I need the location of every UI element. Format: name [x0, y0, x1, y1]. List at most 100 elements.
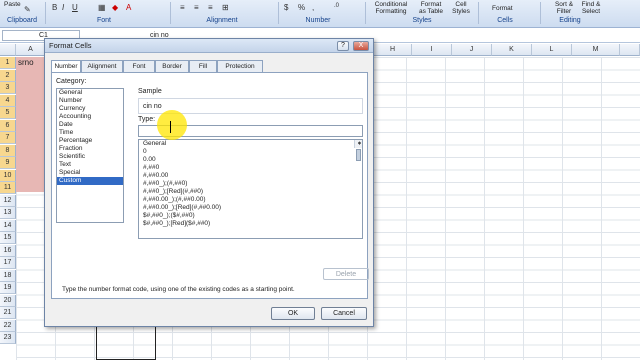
category-item[interactable]: Accounting — [57, 113, 123, 121]
conditional-formatting-button[interactable]: Conditional Formatting — [370, 1, 412, 15]
paste-button[interactable]: Paste — [4, 1, 21, 8]
format-code-item[interactable]: #,##0_);(#,##0) — [141, 180, 362, 188]
row-header[interactable]: 18 — [0, 269, 16, 282]
row-header[interactable]: 22 — [0, 319, 16, 332]
type-label: Type: — [138, 116, 156, 123]
category-item[interactable]: Time — [57, 129, 123, 137]
category-item[interactable]: Custom — [57, 177, 123, 185]
merge-center-icon[interactable]: ⊞ — [222, 3, 229, 12]
row-header[interactable]: 10 — [0, 169, 16, 182]
format-code-item[interactable]: General — [141, 140, 362, 148]
row-header[interactable]: 5 — [0, 107, 16, 119]
row-header[interactable]: 15 — [0, 232, 16, 244]
column-header-a[interactable]: A — [16, 44, 46, 56]
column-header-j[interactable]: J — [452, 44, 492, 56]
align-right-icon[interactable]: ≡ — [208, 3, 213, 12]
scroll-down-icon[interactable]: ▼ — [355, 141, 362, 148]
category-item[interactable]: Percentage — [57, 137, 123, 145]
row-header[interactable]: 2 — [0, 69, 16, 82]
underline-icon[interactable]: U — [72, 3, 78, 12]
tab-alignment[interactable]: Alignment — [81, 60, 123, 72]
text-cursor-icon — [170, 121, 171, 133]
column-header-i[interactable]: I — [412, 44, 452, 56]
row-header[interactable]: 1 — [0, 57, 16, 69]
category-item[interactable]: Text — [57, 161, 123, 169]
format-code-item[interactable]: #,##0.00 — [141, 172, 362, 180]
category-list[interactable]: General Number Currency Accounting Date Time P… — [56, 88, 124, 223]
column-header-l[interactable]: L — [532, 44, 572, 56]
font-color-icon[interactable]: A — [126, 3, 131, 12]
ribbon-divider — [170, 2, 171, 24]
category-item[interactable]: Number — [57, 97, 123, 105]
ok-button[interactable]: OK — [271, 307, 315, 320]
column-header-m[interactable]: M — [572, 44, 620, 56]
row-header[interactable]: 6 — [0, 119, 16, 132]
currency-icon[interactable]: $ — [284, 3, 288, 12]
column-header-k[interactable]: K — [492, 44, 532, 56]
help-button[interactable]: ? — [337, 41, 349, 51]
column-header-h[interactable]: H — [374, 44, 412, 56]
format-as-table-button[interactable]: Format as Table — [414, 1, 448, 15]
row-header[interactable]: 11 — [0, 182, 16, 194]
format-painter-icon[interactable]: ✎ — [24, 5, 31, 14]
category-item[interactable]: Scientific — [57, 153, 123, 161]
format-code-item[interactable]: #,##0.00_);[Red](#,##0.00) — [141, 204, 362, 212]
row-header[interactable]: 21 — [0, 307, 16, 319]
format-code-item[interactable]: 0 — [141, 148, 362, 156]
percent-icon[interactable]: % — [298, 3, 305, 12]
format-code-item[interactable]: #,##0 — [141, 164, 362, 172]
tab-fill[interactable]: Fill — [189, 60, 217, 72]
row-header[interactable]: 7 — [0, 132, 16, 144]
comma-icon[interactable]: , — [312, 3, 314, 12]
decimal-icon[interactable]: .0 — [334, 3, 339, 9]
category-item[interactable]: Currency — [57, 105, 123, 113]
italic-icon[interactable]: I — [62, 3, 64, 12]
tab-font[interactable]: Font — [123, 60, 155, 72]
row-header[interactable]: 13 — [0, 207, 16, 219]
delete-button[interactable]: Delete — [323, 268, 369, 280]
cancel-button[interactable]: Cancel — [321, 307, 367, 320]
format-list-scrollbar[interactable]: ▲ ▼ — [354, 140, 362, 161]
category-item[interactable]: Date — [57, 121, 123, 129]
row-header[interactable]: 14 — [0, 219, 16, 232]
format-code-item[interactable]: 0.00 — [141, 156, 362, 164]
highlighted-cells — [16, 57, 46, 192]
row-header[interactable]: 9 — [0, 157, 16, 169]
format-code-item[interactable]: $#,##0_);($#,##0) — [141, 212, 362, 220]
row-header[interactable]: 23 — [0, 332, 16, 344]
format-code-list[interactable]: General 0 0.00 #,##0 #,##0.00 #,##0_);(#,##0)… — [138, 139, 363, 239]
align-center-icon[interactable]: ≡ — [194, 3, 199, 12]
format-code-items: General 0 0.00 #,##0 #,##0.00 #,##0_);(#,##0)… — [139, 140, 362, 227]
fill-color-icon[interactable]: ◆ — [112, 3, 118, 12]
row-header[interactable]: 17 — [0, 257, 16, 269]
row-header[interactable]: 16 — [0, 244, 16, 257]
tab-protection[interactable]: Protection — [217, 60, 263, 72]
row-header[interactable]: 12 — [0, 194, 16, 207]
group-label-styles: Styles — [412, 17, 432, 24]
format-button[interactable]: Format — [492, 5, 513, 12]
category-item[interactable]: General — [57, 89, 123, 97]
format-code-item[interactable]: #,##0_);[Red](#,##0) — [141, 188, 362, 196]
format-code-item[interactable]: #,##0.00_);(#,##0.00) — [141, 196, 362, 204]
format-code-item[interactable]: $#,##0_);[Red]($#,##0) — [141, 220, 362, 228]
row-header[interactable]: 8 — [0, 144, 16, 157]
find-select-button[interactable]: Find & Select — [578, 1, 604, 15]
borders-icon[interactable]: ▦ — [98, 3, 106, 12]
category-item[interactable]: Special — [57, 169, 123, 177]
tab-border[interactable]: Border — [155, 60, 189, 72]
select-all-corner[interactable] — [0, 44, 16, 56]
cell-styles-button[interactable]: Cell Styles — [448, 1, 474, 15]
align-left-icon[interactable]: ≡ — [180, 3, 185, 12]
close-button[interactable]: X — [353, 41, 369, 51]
column-header-partial[interactable] — [620, 44, 640, 56]
row-header[interactable]: 19 — [0, 282, 16, 294]
row-header[interactable]: 20 — [0, 294, 16, 307]
category-item[interactable]: Fraction — [57, 145, 123, 153]
scroll-thumb[interactable] — [356, 149, 361, 161]
bold-icon[interactable]: B — [52, 3, 57, 12]
sample-label: Sample — [138, 88, 162, 95]
cell-a1[interactable]: srno — [18, 58, 34, 67]
row-header[interactable]: 3 — [0, 82, 16, 94]
row-header[interactable]: 4 — [0, 94, 16, 107]
sort-filter-button[interactable]: Sort & Filter — [552, 1, 576, 15]
